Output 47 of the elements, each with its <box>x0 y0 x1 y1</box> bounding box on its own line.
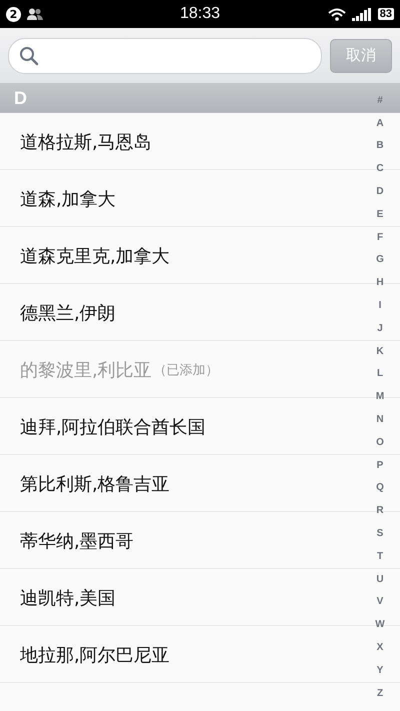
city-name: 蒂华纳,墨西哥 <box>20 530 134 552</box>
city-name: 地拉那,阿尔巴尼亚 <box>20 644 170 666</box>
index-letter[interactable]: B <box>370 134 390 158</box>
index-letter[interactable]: K <box>370 340 390 363</box>
city-name: 德黑兰,伊朗 <box>20 302 116 324</box>
index-letter[interactable]: S <box>370 522 390 545</box>
city-name: 道森,加拿大 <box>20 188 116 210</box>
index-letter[interactable]: R <box>370 499 390 522</box>
added-note: （已添加） <box>154 362 219 378</box>
city-name: 第比利斯,格鲁吉亚 <box>20 472 170 496</box>
index-letter[interactable]: V <box>370 590 390 614</box>
people-icon <box>27 8 43 20</box>
index-letter[interactable]: T <box>370 544 390 568</box>
index-letter[interactable]: N <box>370 408 390 431</box>
index-letter[interactable]: A <box>370 112 390 135</box>
index-letter[interactable]: H <box>370 271 390 294</box>
index-letter[interactable]: M <box>370 385 390 408</box>
signal-icon <box>352 8 372 20</box>
search-icon <box>19 46 39 66</box>
city-name: 的黎波里,利比亚 <box>20 358 152 382</box>
city-name: 道格拉斯,马恩岛 <box>20 130 152 154</box>
index-letter[interactable]: I <box>370 294 390 317</box>
index-letter[interactable]: E <box>370 202 390 226</box>
city-name: 迪拜,阿拉伯联合酋长国 <box>20 416 206 438</box>
index-letter[interactable]: U <box>370 568 390 591</box>
index-letter[interactable]: Y <box>370 658 390 682</box>
wifi-icon <box>328 8 346 20</box>
section-letter: D <box>14 88 27 108</box>
index-letter[interactable]: F <box>370 226 390 249</box>
status-time: 18:33 <box>180 5 220 23</box>
index-letter[interactable]: J <box>370 316 390 340</box>
index-letter[interactable]: L <box>370 362 390 386</box>
notification-count: 2 <box>6 6 21 22</box>
city-name: 迪凯特,美国 <box>20 586 116 610</box>
index-letter[interactable]: Q <box>370 476 390 500</box>
index-letter[interactable]: C <box>370 157 390 180</box>
index-letter[interactable]: Z <box>370 682 390 705</box>
index-letter[interactable]: P <box>370 454 390 477</box>
index-letter[interactable]: # <box>370 89 390 112</box>
city-name: 道森克里克,加拿大 <box>20 244 170 268</box>
index-letter[interactable]: O <box>370 430 390 454</box>
index-letter[interactable]: G <box>370 248 390 272</box>
search-field[interactable] <box>8 38 322 74</box>
index-letter[interactable]: W <box>370 613 390 636</box>
index-letter[interactable]: X <box>370 636 390 659</box>
battery-level: 83 <box>378 8 394 20</box>
index-letter[interactable]: D <box>370 180 390 203</box>
